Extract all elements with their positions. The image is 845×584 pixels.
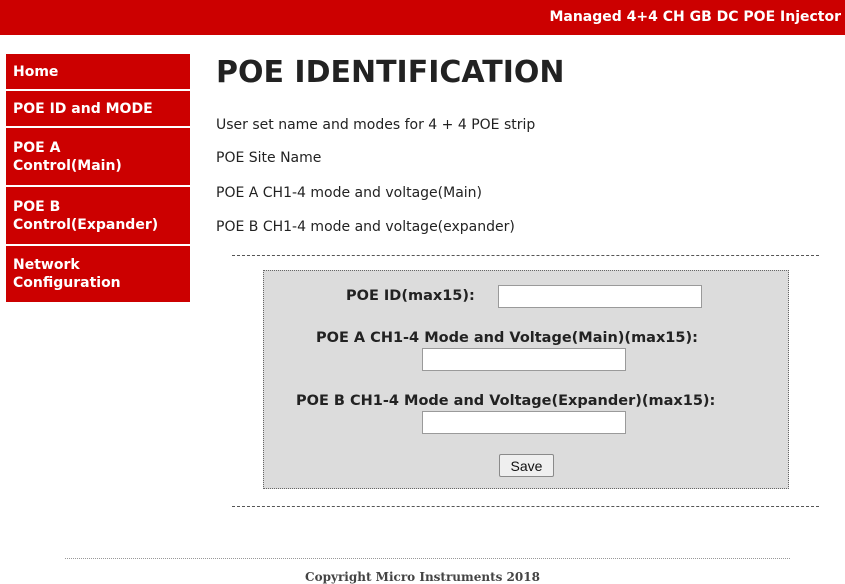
divider-top xyxy=(232,255,819,256)
sidebar-item-label: POE A Control(Main) xyxy=(13,139,122,174)
copyright-text: Copyright Micro Instruments 2018 xyxy=(305,570,540,584)
page-title: POE IDENTIFICATION xyxy=(216,55,565,90)
poe-b-mode-input[interactable] xyxy=(422,411,626,434)
sidebar-item-label: Network Configuration xyxy=(13,257,121,291)
sidebar-item-label: POE ID and MODE xyxy=(13,100,153,117)
sidebar-item-poe-id-and-mode[interactable]: POE ID and MODE xyxy=(6,91,190,128)
save-button[interactable]: Save xyxy=(499,454,554,477)
description-text: User set name and modes for 4 + 4 POE st… xyxy=(216,117,536,133)
poe-a-mode-label: POE A CH1-4 Mode and Voltage(Main)(max15… xyxy=(316,330,698,346)
top-banner: Managed 4+4 CH GB DC POE Injector xyxy=(0,0,845,35)
banner-title: Managed 4+4 CH GB DC POE Injector xyxy=(549,9,841,25)
poe-id-form: POE ID(max15): POE A CH1-4 Mode and Volt… xyxy=(263,270,789,489)
poe-id-input[interactable] xyxy=(498,285,702,308)
footer-divider xyxy=(65,558,790,559)
sidebar-item-label: Home xyxy=(13,63,59,80)
poe-a-mode-input[interactable] xyxy=(422,348,626,371)
sidebar-nav: Home POE ID and MODE POE A Control(Main)… xyxy=(6,54,190,302)
sidebar-item-network-configuration[interactable]: Network Configuration xyxy=(6,246,190,302)
sidebar-item-poe-a-control[interactable]: POE A Control(Main) xyxy=(6,128,190,187)
poe-id-label: POE ID(max15): xyxy=(346,288,475,304)
divider-bottom xyxy=(232,506,819,507)
poe-b-mode-text: POE B CH1-4 mode and voltage(expander) xyxy=(216,219,515,235)
poe-b-mode-label: POE B CH1-4 Mode and Voltage(Expander)(m… xyxy=(296,393,716,409)
sidebar-item-label: POE B Control(Expander) xyxy=(13,198,159,233)
poe-site-name-text: POE Site Name xyxy=(216,150,322,166)
sidebar-item-poe-b-control[interactable]: POE B Control(Expander) xyxy=(6,187,190,246)
poe-a-mode-text: POE A CH1-4 mode and voltage(Main) xyxy=(216,185,482,201)
sidebar-item-home[interactable]: Home xyxy=(6,54,190,91)
